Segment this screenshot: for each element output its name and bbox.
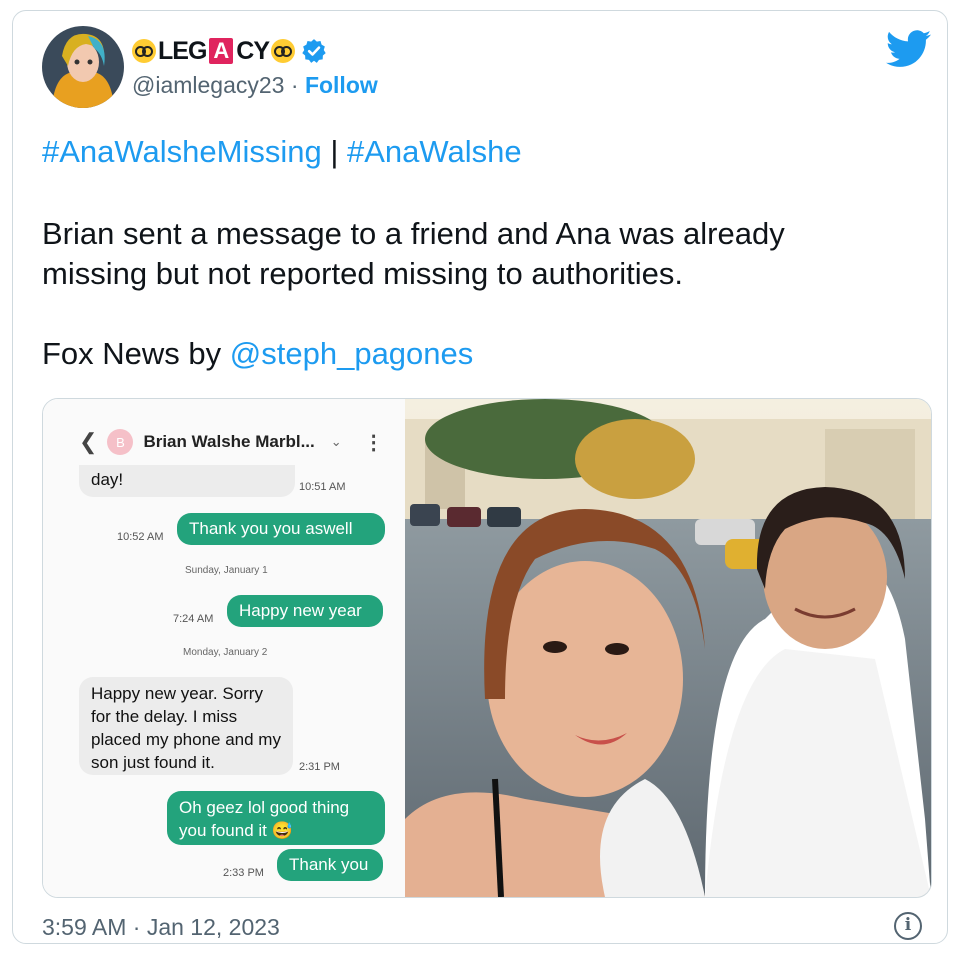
date-separator: Sunday, January 1 [185,565,268,576]
author-handle-row: @iamlegacy23 · Follow [132,72,378,99]
message-bubble-sent: Oh geez lol good thing you found it 😅 [167,791,385,845]
chevron-down-icon: ⌄ [330,434,342,449]
handle-separator: · [290,72,299,98]
author-avatar[interactable] [42,26,124,108]
nerd-face-emoji [271,39,296,63]
nerd-face-emoji [132,39,156,63]
credit-prefix: Fox News by [42,336,230,371]
display-name-part-1: LEG [158,36,207,65]
message-time: 2:31 PM [299,761,340,773]
hashtag-link-2[interactable]: #AnaWalshe [347,134,522,169]
message-bubble-sent: Thank you [277,849,383,881]
message-time: 10:52 AM [117,531,164,543]
display-name-part-2: A [209,38,234,64]
date-separator: Monday, January 2 [183,647,268,658]
tweet-media[interactable]: ❮ B Brian Walshe Marbl... ⌄ ⋮ day! 10:51… [42,398,932,898]
message-bubble-sent: Happy new year [227,595,383,627]
info-icon[interactable]: i [894,912,922,940]
author-display-name[interactable]: LEG A CY [132,34,327,68]
credit-line: Fox News by @steph_pagones [42,334,922,374]
contact-name: Brian Walshe Marbl... [143,432,315,451]
tweet-body: Brian sent a message to a friend and Ana… [42,216,785,291]
hashtag-line: #AnaWalsheMissing | #AnaWalshe [42,132,922,172]
message-bubble-received: Happy new year. Sorry for the delay. I m… [79,677,293,775]
tweet-timestamp[interactable]: 3:59 AM · Jan 12, 2023 [42,914,280,941]
more-vertical-icon: ⋮ [363,431,384,454]
message-time: 7:24 AM [173,613,214,625]
sms-screenshot: ❮ B Brian Walshe Marbl... ⌄ ⋮ day! 10:51… [43,399,405,897]
couple-selfie-photo [405,399,931,897]
message-bubble-received: day! [79,465,295,497]
mention-link[interactable]: @steph_pagones [230,336,474,371]
message-time: 2:33 PM [223,867,264,879]
hashtag-divider: | [321,134,347,169]
follow-button[interactable]: Follow [305,72,378,98]
message-time: 10:51 AM [299,481,346,493]
verified-badge-icon [302,39,326,63]
hashtag-link-1[interactable]: #AnaWalsheMissing [42,134,322,169]
message-bubble-sent: Thank you you aswell [177,513,385,545]
contact-avatar: B [107,429,134,455]
twitter-bird-icon[interactable] [886,30,932,68]
sms-header: ❮ B Brian Walshe Marbl... ⌄ ⋮ [79,429,384,455]
back-arrow-icon: ❮ [79,429,98,454]
tweet-text: #AnaWalsheMissing | #AnaWalshe Brian sen… [42,132,922,374]
display-name-part-3: CY [236,36,270,65]
author-handle[interactable]: @iamlegacy23 [132,72,284,98]
